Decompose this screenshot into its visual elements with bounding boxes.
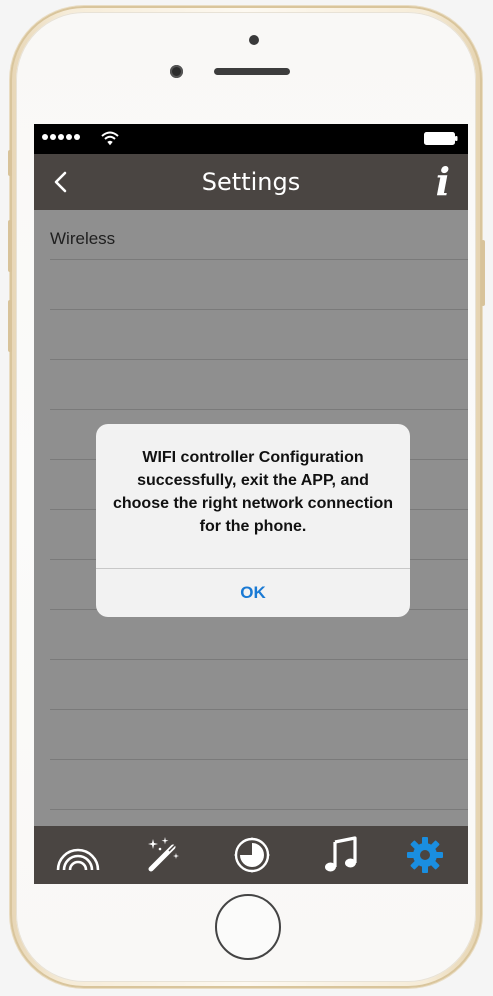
volume-up-button (8, 220, 12, 272)
earpiece-speaker (214, 68, 290, 75)
signal-dots-icon (42, 134, 80, 140)
front-sensor (249, 35, 259, 45)
list-item[interactable] (50, 710, 468, 760)
tab-magic[interactable] (138, 834, 188, 876)
status-bar (34, 124, 468, 154)
page-title: Settings (201, 168, 301, 196)
home-button[interactable] (215, 894, 281, 960)
list-item[interactable] (50, 310, 468, 360)
list-item-label: Wireless (50, 229, 116, 248)
tab-bar (34, 826, 468, 884)
power-button (481, 240, 485, 306)
gear-icon (407, 837, 443, 873)
list-item-wireless[interactable]: Wireless (50, 210, 468, 260)
music-note-icon (325, 836, 357, 872)
list-item[interactable] (50, 360, 468, 410)
battery-icon (424, 132, 458, 145)
magic-wand-icon (148, 837, 179, 872)
front-camera (170, 65, 183, 78)
info-icon[interactable]: i (436, 160, 450, 204)
dialog-message: WIFI controller Configuration successful… (112, 449, 394, 535)
list-item[interactable] (50, 610, 468, 660)
volume-down-button (8, 300, 12, 352)
tab-timer[interactable] (227, 834, 277, 876)
tab-rainbow[interactable] (53, 834, 103, 876)
list-item[interactable] (50, 660, 468, 710)
timer-icon (234, 837, 270, 873)
tab-music[interactable] (316, 834, 366, 876)
rainbow-icon (56, 848, 100, 871)
mute-switch (8, 150, 12, 176)
wifi-icon (101, 131, 119, 146)
app-screen: Settings i Wireless WIFI controller Conf… (34, 124, 468, 884)
ok-button[interactable]: OK (96, 569, 410, 617)
nav-bar: Settings i (34, 154, 468, 210)
list-item[interactable] (50, 260, 468, 310)
alert-dialog: WIFI controller Configuration successful… (96, 424, 410, 617)
list-item[interactable] (50, 760, 468, 810)
tab-settings[interactable] (400, 834, 450, 876)
